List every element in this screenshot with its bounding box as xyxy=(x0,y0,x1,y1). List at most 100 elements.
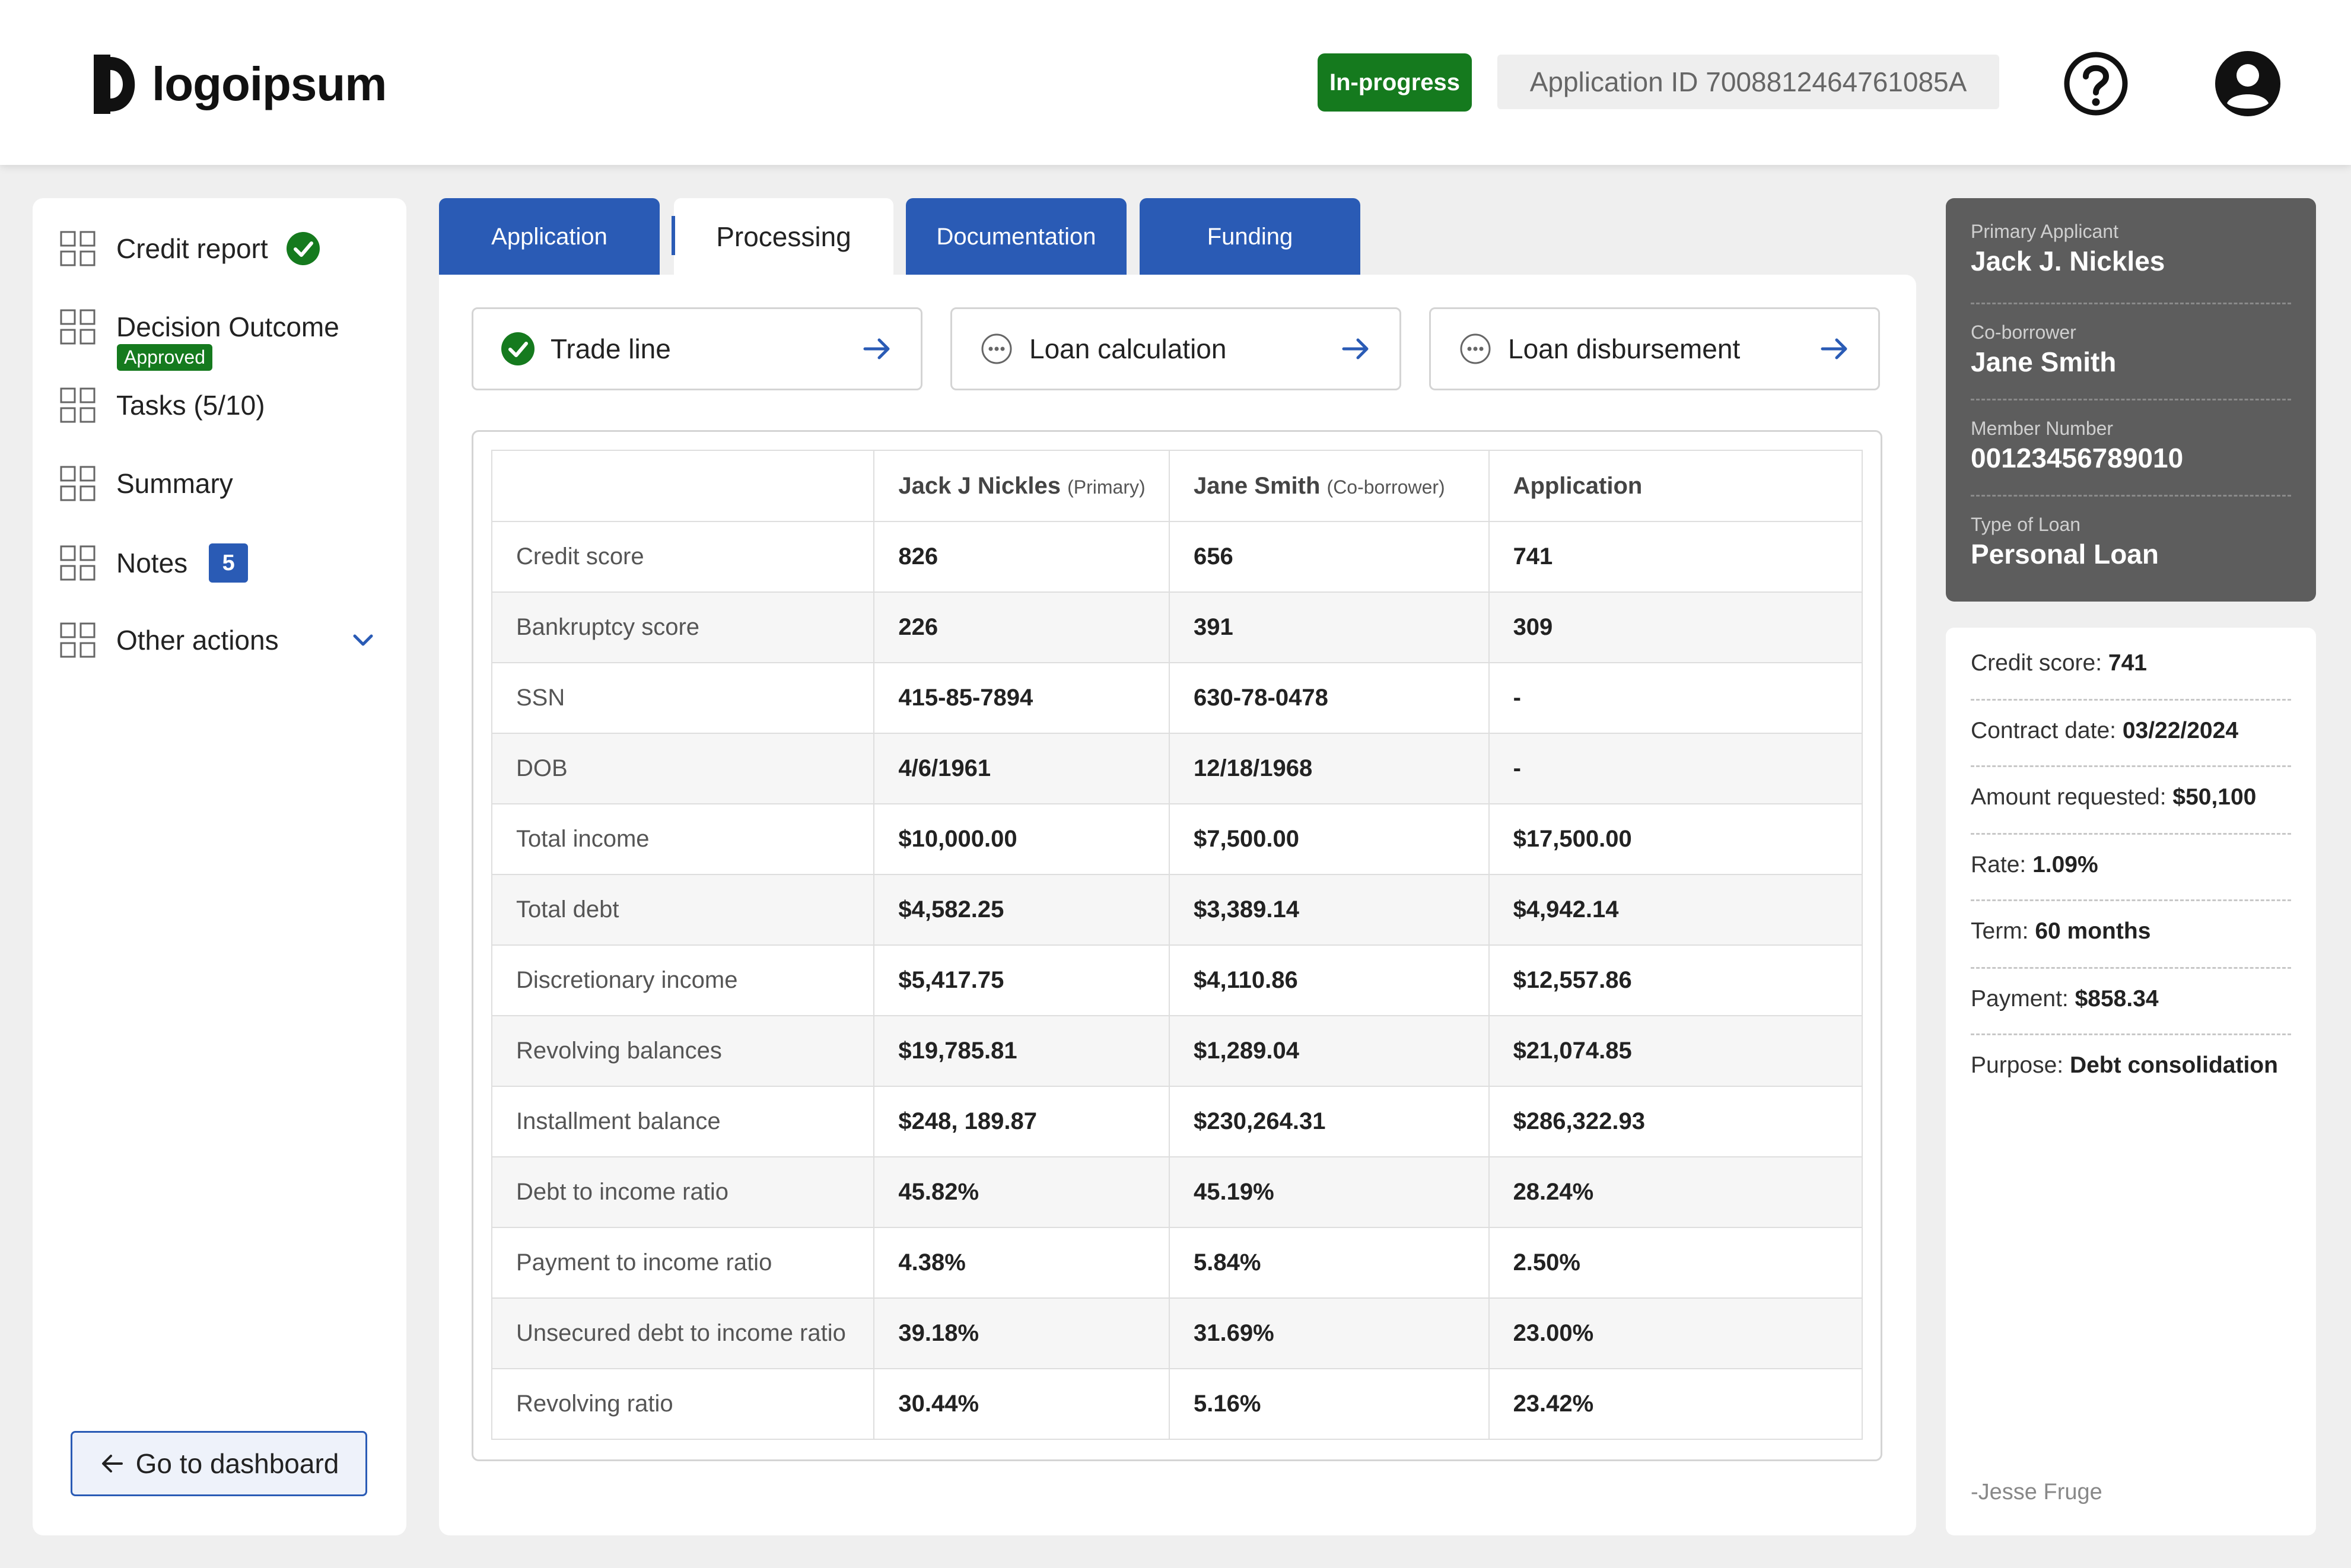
step-trade-line[interactable]: Trade line xyxy=(472,307,922,390)
divider xyxy=(1971,699,2291,701)
check-circle-icon xyxy=(286,232,320,265)
sidebar-item-label: Notes xyxy=(116,548,188,578)
primary-cell: 39.18% xyxy=(873,1297,1170,1369)
table-header-co-borrower: Jane Smith (Co-borrower) xyxy=(1169,450,1490,522)
sidebar-item-summary[interactable]: Summary xyxy=(59,465,233,502)
account-icon[interactable] xyxy=(2214,50,2282,117)
application-cell: - xyxy=(1488,662,1863,734)
sidebar-item-label: Credit report xyxy=(116,233,268,264)
application-cell: $286,322.93 xyxy=(1488,1086,1863,1157)
member-number-value: 00123456789010 xyxy=(1971,443,2184,473)
application-cell: 2.50% xyxy=(1488,1227,1863,1299)
summary-label: Payment: xyxy=(1971,986,2069,1012)
table-header-row: Jack J Nickles (Primary) Jane Smith (Co-… xyxy=(491,450,1863,522)
table-row: Bankruptcy score 226 391 309 xyxy=(491,591,1863,663)
pending-icon xyxy=(981,333,1012,364)
grid-icon xyxy=(60,622,96,658)
sidebar-item-label: Decision Outcome xyxy=(116,311,339,342)
step-loan-calculation[interactable]: Loan calculation xyxy=(950,307,1401,390)
sidebar-item-notes[interactable]: Notes 5 xyxy=(59,543,249,583)
arrow-right-icon xyxy=(863,338,890,360)
co-borrower-label: Co-borrower xyxy=(1971,322,2076,343)
row-label: Revolving ratio xyxy=(491,1368,875,1440)
co-borrower-name: Jane Smith xyxy=(1194,472,1321,499)
co-borrower-cell: $1,289.04 xyxy=(1169,1015,1490,1087)
row-label: Discretionary income xyxy=(491,944,875,1016)
summary-payment: Payment: $858.34 xyxy=(1971,986,2291,1012)
primary-applicant-block: Primary Applicant Jack J. Nickles xyxy=(1971,221,2291,277)
co-borrower-block: Co-borrower Jane Smith xyxy=(1971,322,2291,378)
tab-documentation[interactable]: Documentation xyxy=(906,198,1127,275)
logo[interactable]: logoipsum xyxy=(89,49,387,120)
sidebar-item-tasks[interactable]: Tasks (5/10) xyxy=(59,387,265,424)
summary-value: $50,100 xyxy=(2172,784,2257,810)
table-row: SSN 415-85-7894 630-78-0478- xyxy=(491,662,1863,734)
divider xyxy=(1971,765,2291,767)
co-borrower-cell: 656 xyxy=(1169,521,1490,593)
check-circle-icon xyxy=(501,332,535,365)
sidebar-item-decision-outcome[interactable]: Decision Outcome xyxy=(59,308,339,345)
row-label: DOB xyxy=(491,733,875,804)
primary-cell: 415-85-7894 xyxy=(873,662,1170,734)
primary-cell: 826 xyxy=(873,521,1170,593)
member-number-label: Member Number xyxy=(1971,418,2114,439)
sidebar-item-label: Summary xyxy=(116,468,233,499)
table-header-application: Application xyxy=(1488,450,1863,522)
loan-type-value: Personal Loan xyxy=(1971,539,2159,570)
summary-credit-score: Credit score: 741 xyxy=(1971,650,2291,676)
table-row: Total debt $4,582.25 $3,389.14 $4,942.14 xyxy=(491,874,1863,946)
logo-mark-icon xyxy=(94,55,135,114)
co-borrower-cell: $4,110.86 xyxy=(1169,944,1490,1016)
application-cell: $21,074.85 xyxy=(1488,1015,1863,1087)
divider xyxy=(1971,303,2291,304)
row-label: Credit score xyxy=(491,521,875,593)
primary-cell: $10,000.00 xyxy=(873,803,1170,875)
notes-count-badge: 5 xyxy=(209,543,249,583)
row-label: Revolving balances xyxy=(491,1015,875,1087)
tab-application[interactable]: Application xyxy=(439,198,660,275)
application-cell: 741 xyxy=(1488,521,1863,593)
co-borrower-value: Jane Smith xyxy=(1971,346,2117,377)
table-body: Credit score 826 656 741 Bankruptcy score 226… xyxy=(491,521,1863,1440)
summary-value: Debt consolidation xyxy=(2069,1052,2278,1078)
dashboard-button-label: Go to dashboard xyxy=(135,1448,339,1479)
grid-icon xyxy=(60,309,96,345)
pending-icon xyxy=(1460,333,1491,364)
sidebar-item-credit-report[interactable]: Credit report xyxy=(59,230,320,267)
step-label: Loan calculation xyxy=(1029,333,1227,364)
go-to-dashboard-button[interactable]: Go to dashboard xyxy=(71,1431,367,1496)
application-cell: 23.00% xyxy=(1488,1297,1863,1369)
row-label: Debt to income ratio xyxy=(491,1156,875,1228)
summary-value: 1.09% xyxy=(2032,852,2098,877)
sidebar-item-other-actions[interactable]: Other actions xyxy=(59,622,376,659)
loan-type-block: Type of Loan Personal Loan xyxy=(1971,514,2291,570)
application-cell: 23.42% xyxy=(1488,1368,1863,1440)
primary-cell: 30.44% xyxy=(873,1368,1170,1440)
primary-cell: $19,785.81 xyxy=(873,1015,1170,1087)
divider xyxy=(1971,833,2291,835)
tab-processing[interactable]: Processing xyxy=(674,198,893,275)
summary-value: $858.34 xyxy=(2075,986,2159,1012)
co-borrower-cell: $3,389.14 xyxy=(1169,874,1490,946)
application-cell: - xyxy=(1488,733,1863,804)
logo-text: logoipsum xyxy=(152,58,387,110)
row-label: Total debt xyxy=(491,874,875,946)
tab-funding[interactable]: Funding xyxy=(1140,198,1360,275)
arrow-right-icon xyxy=(1342,338,1369,360)
chevron-down-icon[interactable] xyxy=(350,627,376,653)
arrow-right-icon xyxy=(1821,338,1847,360)
co-borrower-cell: 12/18/1968 xyxy=(1169,733,1490,804)
primary-cell: 45.82% xyxy=(873,1156,1170,1228)
summary-value: 03/22/2024 xyxy=(2122,718,2239,743)
divider xyxy=(1971,967,2291,969)
summary-label: Term: xyxy=(1971,918,2029,944)
grid-icon xyxy=(60,466,96,501)
help-icon[interactable] xyxy=(2063,51,2129,116)
summary-purpose: Purpose: Debt consolidation xyxy=(1971,1052,2291,1079)
summary-label: Amount requested: xyxy=(1971,784,2167,810)
grid-icon xyxy=(60,231,96,266)
table-row: Credit score 826 656 741 xyxy=(491,521,1863,593)
table-row: Revolving ratio 30.44% 5.16% 23.42% xyxy=(491,1368,1863,1440)
step-loan-disbursement[interactable]: Loan disbursement xyxy=(1429,307,1880,390)
table-header-empty xyxy=(491,450,875,522)
